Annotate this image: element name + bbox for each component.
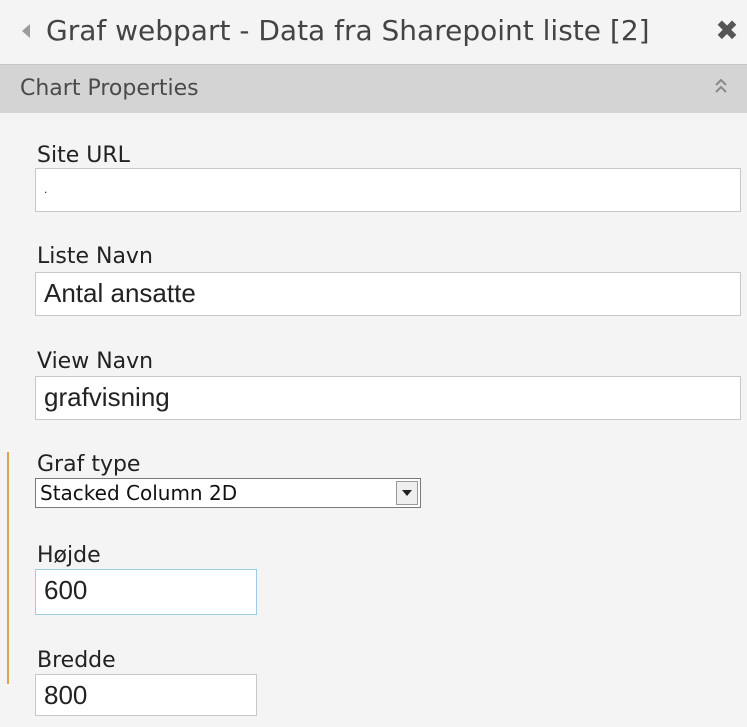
graf-type-selected-value: Stacked Column 2D <box>40 481 238 505</box>
chart-properties-title: Chart Properties <box>20 76 199 101</box>
hojde-input[interactable]: 600 <box>35 569 257 615</box>
back-arrow-icon[interactable] <box>22 24 30 38</box>
double-chevron-up-icon[interactable] <box>710 73 732 101</box>
view-navn-input[interactable]: grafvisning <box>35 376 741 420</box>
accent-divider <box>7 452 9 684</box>
liste-navn-label: Liste Navn <box>37 244 153 269</box>
close-button[interactable]: ✖ <box>712 14 742 48</box>
tool-pane-title-bar: Graf webpart - Data fra Sharepoint liste… <box>0 0 747 65</box>
bredde-input[interactable]: 800 <box>35 674 257 716</box>
chart-properties-header[interactable]: Chart Properties <box>0 64 747 114</box>
graf-type-select[interactable]: Stacked Column 2D <box>35 478 421 508</box>
graf-type-label: Graf type <box>37 452 141 477</box>
view-navn-label: View Navn <box>37 349 154 374</box>
dropdown-arrow-icon[interactable] <box>396 481 418 505</box>
site-url-label: Site URL <box>37 143 130 168</box>
liste-navn-input[interactable]: Antal ansatte <box>35 272 741 316</box>
bredde-label: Bredde <box>37 648 116 673</box>
webpart-tool-pane: Graf webpart - Data fra Sharepoint liste… <box>0 0 747 727</box>
site-url-input[interactable]: . <box>35 168 741 212</box>
tool-pane-title: Graf webpart - Data fra Sharepoint liste… <box>46 14 650 47</box>
hojde-label: Højde <box>37 543 101 568</box>
